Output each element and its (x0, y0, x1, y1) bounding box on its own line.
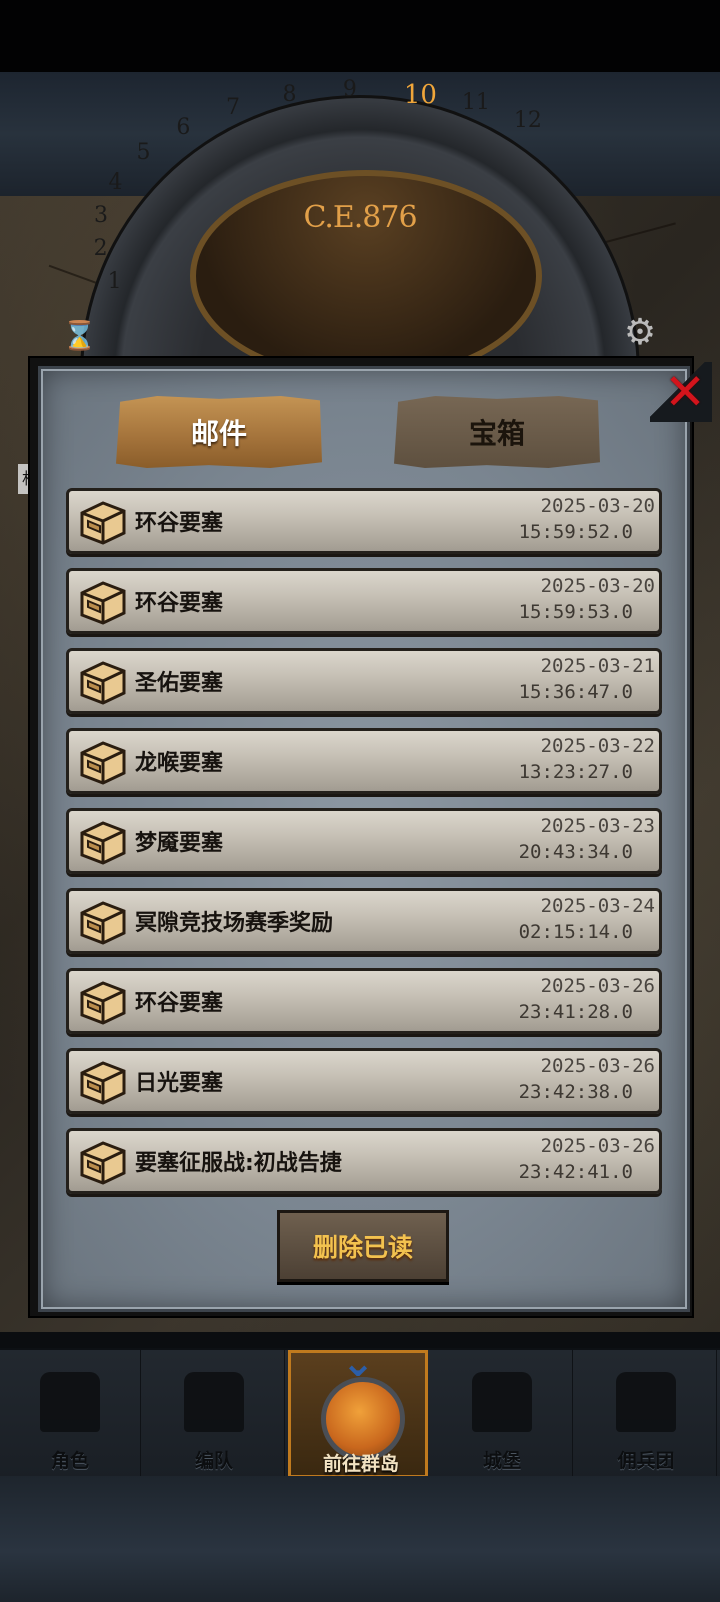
knight-icon (40, 1372, 100, 1432)
mail-row[interactable]: 日光要塞 2025-03-26 23:42:38.0 (66, 1048, 662, 1114)
mail-date: 2025-03-22 (540, 735, 655, 757)
mail-date: 2025-03-20 (540, 575, 655, 597)
mail-row[interactable]: 圣佑要塞 2025-03-21 15:36:47.0 (66, 648, 662, 714)
mail-row[interactable]: 梦魇要塞 2025-03-23 20:43:34.0 (66, 808, 662, 874)
chest-icon (75, 973, 131, 1029)
delete-read-button[interactable]: 删除已读 (277, 1210, 449, 1282)
nav-item-2[interactable]: ⌄ 前往群岛 (288, 1343, 428, 1478)
mail-date: 2025-03-20 (540, 495, 655, 517)
dial-number: 9 (342, 77, 357, 103)
gear-icon[interactable]: ⚙ (620, 313, 660, 353)
mail-title: 圣佑要塞 (135, 671, 224, 696)
mail-title: 日光要塞 (135, 1071, 224, 1096)
mail-title: 要塞征服战:初战告捷 (135, 1151, 342, 1176)
mail-date: 2025-03-21 (540, 655, 655, 677)
squad-icon (184, 1372, 244, 1432)
mail-time: 13:23:27.0 (518, 761, 633, 783)
nav-item-4[interactable]: 佣兵团 (576, 1350, 717, 1478)
mail-row[interactable]: 环谷要塞 2025-03-20 15:59:52.0 (66, 488, 662, 554)
mail-row[interactable]: 要塞征服战:初战告捷 2025-03-26 23:42:41.0 (66, 1128, 662, 1194)
mail-row[interactable]: 环谷要塞 2025-03-20 15:59:53.0 (66, 568, 662, 634)
mail-time: 23:42:41.0 (518, 1161, 633, 1183)
close-button[interactable]: ✕ (650, 362, 712, 422)
bottom-banner (0, 1476, 720, 1602)
mail-time: 15:59:53.0 (518, 601, 633, 623)
chest-icon (75, 493, 131, 549)
dial-number: 1 (107, 268, 122, 294)
mail-date: 2025-03-26 (540, 1135, 655, 1157)
mail-date: 2025-03-26 (540, 975, 655, 997)
nav-label: 佣兵团 (617, 1450, 675, 1472)
chest-icon (75, 733, 131, 789)
mail-time: 23:42:38.0 (518, 1081, 633, 1103)
dial-number: 4 (108, 169, 123, 195)
mail-date: 2025-03-24 (540, 895, 655, 917)
chevron-down-icon: ⌄ (341, 1340, 375, 1386)
mail-row[interactable]: 龙喉要塞 2025-03-22 13:23:27.0 (66, 728, 662, 794)
dial-number: 8 (282, 82, 297, 108)
mail-time: 02:15:14.0 (518, 921, 633, 943)
chest-icon (75, 1053, 131, 1109)
dial-number: 3 (93, 202, 108, 228)
mail-title: 梦魇要塞 (135, 831, 224, 856)
nav-item-1[interactable]: 编队 (144, 1350, 285, 1478)
chest-icon (75, 893, 131, 949)
mail-row[interactable]: 冥隙竞技场赛季奖励 2025-03-24 02:15:14.0 (66, 888, 662, 954)
chest-icon (75, 813, 131, 869)
castle-icon (472, 1372, 532, 1432)
dial-number: 10 (403, 79, 437, 110)
chest-icon (75, 653, 131, 709)
nav-item-0[interactable]: 角色 (0, 1350, 141, 1478)
hourglass-icon[interactable]: ⌛ (62, 318, 97, 354)
nav-label: 角色 (50, 1450, 89, 1472)
dial-number: 12 (513, 108, 542, 134)
mail-time: 15:59:52.0 (518, 521, 633, 543)
mail-date: 2025-03-23 (540, 815, 655, 837)
dial-number: 5 (136, 140, 151, 166)
mail-title: 环谷要塞 (135, 511, 224, 536)
close-icon: ✕ (664, 363, 706, 421)
era-year: C.E.876 (303, 200, 417, 235)
mail-time: 15:36:47.0 (518, 681, 633, 703)
mail-row[interactable]: 环谷要塞 2025-03-26 23:41:28.0 (66, 968, 662, 1034)
tab-mail[interactable]: 邮件 (116, 396, 322, 468)
nav-label: 前往群岛 (322, 1453, 399, 1475)
mail-title: 冥隙竞技场赛季奖励 (135, 911, 334, 936)
mail-title: 龙喉要塞 (135, 751, 224, 776)
mail-title: 环谷要塞 (135, 991, 224, 1016)
mercenary-icon (616, 1372, 676, 1432)
nav-label: 编队 (194, 1450, 233, 1472)
dial-number: 11 (461, 90, 490, 116)
dial-number: 6 (176, 114, 191, 140)
nav-label: 城堡 (482, 1450, 521, 1472)
mail-time: 20:43:34.0 (518, 841, 633, 863)
dial-number: 7 (225, 94, 240, 120)
dial-number: 2 (93, 236, 108, 262)
chest-icon (75, 573, 131, 629)
status-bar (0, 0, 720, 72)
bottom-nav: 角色 编队 ⌄ 前往群岛 城堡 佣兵团 (0, 1343, 720, 1478)
mail-date: 2025-03-26 (540, 1055, 655, 1077)
tab-chest[interactable]: 宝箱 (394, 396, 600, 468)
chest-icon (75, 1133, 131, 1189)
nav-item-3[interactable]: 城堡 (432, 1350, 573, 1478)
mail-time: 23:41:28.0 (518, 1001, 633, 1023)
mail-title: 环谷要塞 (135, 591, 224, 616)
